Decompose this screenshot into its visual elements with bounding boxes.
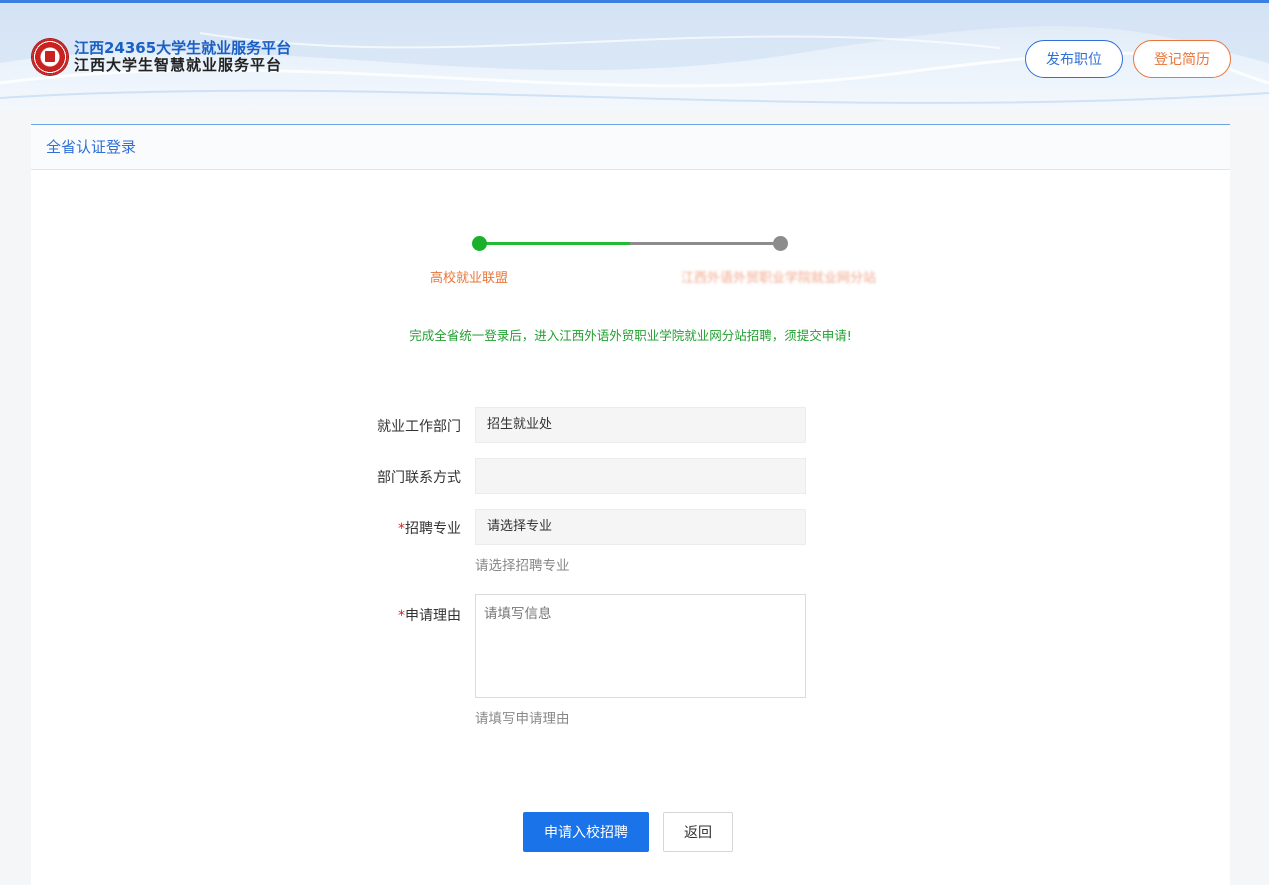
step-line-pending — [630, 242, 780, 245]
step-line-completed — [480, 242, 630, 245]
post-job-button[interactable]: 发布职位 — [1025, 40, 1123, 78]
step-1-dot — [472, 236, 487, 251]
step-1-label: 高校就业联盟 — [430, 271, 509, 286]
contact-label: 部门联系方式 — [377, 470, 461, 486]
department-label: 就业工作部门 — [377, 419, 461, 435]
department-field[interactable]: 招生就业处 — [475, 407, 806, 443]
register-resume-button[interactable]: 登记简历 — [1133, 40, 1231, 78]
step-2-dot — [773, 236, 788, 251]
reason-hint: 请填写申请理由 — [475, 711, 570, 727]
page-title: 全省认证登录 — [31, 125, 1230, 170]
step-2-label: 江西外语外贸职业学院就业网分站 — [681, 271, 877, 286]
major-hint: 请选择招聘专业 — [475, 558, 570, 574]
brand-logo[interactable]: 江西24365大学生就业服务平台 江西大学生智慧就业服务平台 — [32, 39, 291, 75]
required-mark: * — [398, 521, 405, 537]
major-label-text: 招聘专业 — [405, 521, 461, 537]
required-mark: * — [398, 608, 405, 624]
back-button[interactable]: 返回 — [663, 812, 733, 852]
reason-label-text: 申请理由 — [405, 608, 461, 624]
brand-title: 江西24365大学生就业服务平台 — [74, 39, 292, 57]
login-notice: 完成全省统一登录后，进入江西外语外贸职业学院就业网分站招聘，须提交申请! — [409, 328, 852, 343]
contact-field[interactable] — [475, 458, 806, 494]
major-label: *招聘专业 — [31, 518, 461, 538]
reason-textarea[interactable] — [475, 594, 806, 698]
university-seal-icon — [32, 39, 68, 75]
brand-subtitle: 江西大学生智慧就业服务平台 — [74, 56, 283, 74]
progress-steps: 高校就业联盟 江西外语外贸职业学院就业网分站 — [31, 235, 1230, 295]
major-select[interactable]: 请选择专业 — [475, 509, 806, 545]
reason-label: *申请理由 — [31, 605, 461, 625]
site-header: 江西24365大学生就业服务平台 江西大学生智慧就业服务平台 发布职位 登记简历 — [0, 0, 1269, 110]
apply-campus-recruitment-button[interactable]: 申请入校招聘 — [523, 812, 649, 852]
main-panel: 全省认证登录 高校就业联盟 江西外语外贸职业学院就业网分站 完成全省统一登录后，… — [31, 124, 1230, 885]
